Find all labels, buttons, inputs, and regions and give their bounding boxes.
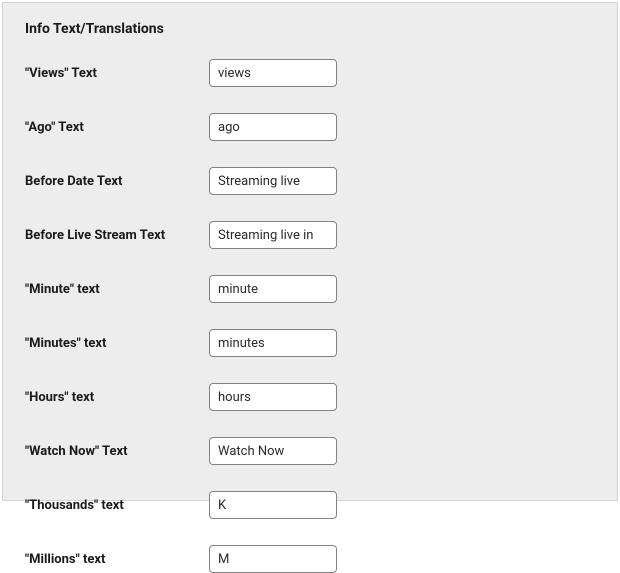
field-label: "Watch Now" Text: [25, 444, 209, 459]
before-date-text-input[interactable]: [209, 167, 337, 195]
millions-text-input[interactable]: [209, 545, 337, 573]
minute-text-input[interactable]: [209, 275, 337, 303]
thousands-text-input[interactable]: [209, 491, 337, 519]
field-row-before-live: Before Live Stream Text: [25, 221, 595, 249]
field-row-ago: "Ago" Text: [25, 113, 595, 141]
field-label: Before Date Text: [25, 174, 209, 189]
field-label: "Millions" text: [25, 552, 209, 567]
field-label: "Ago" Text: [25, 120, 209, 135]
section-title: Info Text/Translations: [25, 21, 595, 37]
field-row-thousands: "Thousands" text: [25, 491, 595, 519]
field-row-views: "Views" Text: [25, 59, 595, 87]
field-row-minutes: "Minutes" text: [25, 329, 595, 357]
ago-text-input[interactable]: [209, 113, 337, 141]
minutes-text-input[interactable]: [209, 329, 337, 357]
field-label: "Hours" text: [25, 390, 209, 405]
field-row-millions: "Millions" text: [25, 545, 595, 573]
field-row-minute: "Minute" text: [25, 275, 595, 303]
field-row-hours: "Hours" text: [25, 383, 595, 411]
field-label: "Thousands" text: [25, 498, 209, 513]
field-label: Before Live Stream Text: [25, 228, 209, 243]
field-row-before-date: Before Date Text: [25, 167, 595, 195]
views-text-input[interactable]: [209, 59, 337, 87]
field-row-watch-now: "Watch Now" Text: [25, 437, 595, 465]
field-label: "Minutes" text: [25, 336, 209, 351]
before-live-stream-text-input[interactable]: [209, 221, 337, 249]
hours-text-input[interactable]: [209, 383, 337, 411]
watch-now-text-input[interactable]: [209, 437, 337, 465]
field-label: "Minute" text: [25, 282, 209, 297]
field-label: "Views" Text: [25, 66, 209, 81]
translations-panel: Info Text/Translations "Views" Text "Ago…: [2, 2, 618, 501]
